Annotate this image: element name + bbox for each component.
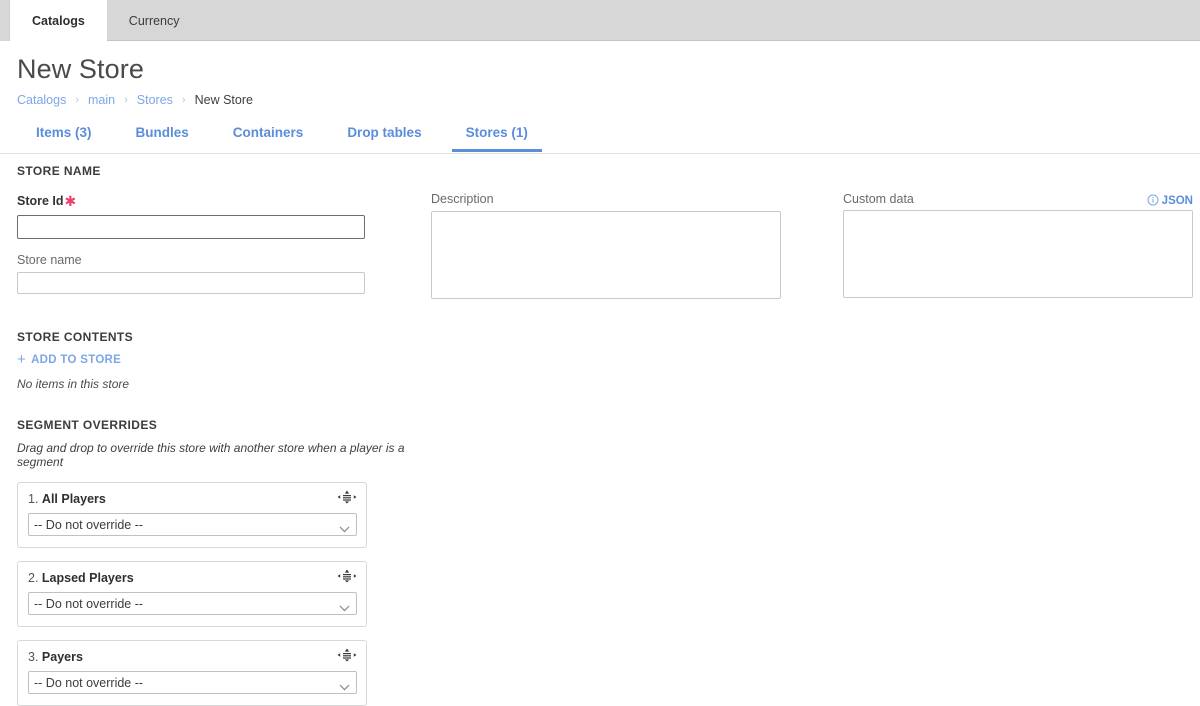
segment-overrides-heading: SEGMENT OVERRIDES [17, 418, 158, 432]
segment-card-title: 3. Payers [28, 650, 356, 664]
breadcrumb-separator: › [124, 93, 128, 106]
tab-bundles[interactable]: Bundles [114, 125, 211, 152]
main-content: STORE NAME Store Id✱ Store name STORE CO… [0, 153, 1200, 706]
segment-card-index: 2. [28, 571, 39, 585]
plus-icon: + [17, 351, 27, 368]
custom-data-textarea[interactable] [843, 210, 1193, 298]
segment-card-name: Lapsed Players [41, 571, 134, 585]
segment-override-select-wrap: -- Do not override -- [28, 513, 357, 536]
json-format-link-label: JSON [1161, 195, 1193, 207]
tab-drop-tables[interactable]: Drop tables [325, 125, 443, 152]
description-label: Description [431, 192, 494, 206]
custom-data-column: Custom data JSON [843, 192, 1193, 298]
breadcrumb-separator: › [181, 93, 186, 106]
drag-handle-icon[interactable] [337, 569, 357, 583]
window-tab-bar: Catalogs Currency [0, 0, 1200, 41]
custom-data-label-row: Custom data JSON [843, 192, 1193, 210]
store-contents-empty-message: No items in this store [17, 377, 130, 391]
required-asterisk-icon: ✱ [64, 193, 77, 209]
window-tab-list: Catalogs Currency [10, 0, 202, 41]
window-tab-catalogs-label: Catalogs [32, 14, 85, 28]
add-to-store-label: ADD TO STORE [31, 353, 122, 366]
breadcrumb-item-main[interactable]: main [88, 93, 115, 107]
store-name-field: Store name [17, 253, 417, 294]
info-circle-icon [1147, 194, 1159, 209]
store-name-heading: STORE NAME [17, 164, 101, 178]
drag-handle-icon[interactable] [337, 648, 357, 662]
segment-card-title: 1. All Players [28, 492, 356, 506]
store-contents-heading: STORE CONTENTS [17, 330, 134, 344]
breadcrumb-separator: › [75, 93, 80, 106]
segment-overrides-hint: Drag and drop to override this store wit… [17, 441, 405, 469]
store-id-field: Store Id✱ [17, 193, 417, 239]
window-tab-catalogs[interactable]: Catalogs [10, 0, 107, 41]
store-id-label: Store Id✱ [17, 193, 417, 210]
segment-override-card: 1. All Players -- Do not override -- [17, 482, 367, 548]
window-tab-currency-label: Currency [128, 13, 180, 28]
tab-stores[interactable]: Stores (1) [444, 125, 550, 152]
breadcrumb-item-stores[interactable]: Stores [137, 93, 173, 107]
segment-overrides-section: SEGMENT OVERRIDES Drag and drop to overr… [17, 418, 417, 706]
topbar-left-strip [0, 0, 10, 41]
page-header: New Store Catalogs › main › Stores › New… [0, 41, 1200, 107]
add-to-store-button[interactable]: + ADD TO STORE [17, 352, 121, 367]
store-contents-section: STORE CONTENTS + ADD TO STORE No items i… [17, 330, 417, 391]
left-column: STORE NAME Store Id✱ Store name STORE CO… [17, 164, 417, 706]
description-column: Description [431, 192, 781, 299]
segment-override-card: 2. Lapsed Players -- Do not override -- [17, 561, 367, 627]
tab-containers[interactable]: Containers [211, 125, 326, 152]
breadcrumb-item-catalogs[interactable]: Catalogs [17, 93, 66, 107]
segment-card-index: 3. [28, 650, 39, 664]
store-name-input[interactable] [17, 272, 365, 294]
page-title: New Store [17, 54, 144, 84]
segment-override-card: 3. Payers -- Do not override -- [17, 640, 367, 706]
section-tab-list: Items (3) Bundles Containers Drop tables… [14, 112, 550, 152]
segment-card-title: 2. Lapsed Players [28, 571, 356, 585]
segment-override-select[interactable]: -- Do not override -- [28, 513, 357, 536]
segment-override-select-wrap: -- Do not override -- [28, 592, 357, 615]
segment-card-index: 1. [28, 492, 39, 506]
store-name-label: Store name [17, 253, 82, 267]
tab-items[interactable]: Items (3) [14, 125, 114, 152]
store-id-label-text: Store Id [17, 194, 64, 208]
segment-override-select-wrap: -- Do not override -- [28, 671, 357, 694]
json-format-link[interactable]: JSON [1147, 194, 1193, 209]
custom-data-label: Custom data [843, 192, 914, 206]
store-id-input[interactable] [17, 215, 365, 239]
description-textarea[interactable] [431, 211, 781, 299]
segment-override-select[interactable]: -- Do not override -- [28, 671, 357, 694]
drag-handle-icon[interactable] [337, 490, 357, 504]
breadcrumb-item-new-store: New Store [194, 92, 253, 107]
segment-card-name: All Players [41, 492, 106, 506]
segment-override-select[interactable]: -- Do not override -- [28, 592, 357, 615]
breadcrumb: Catalogs › main › Stores › New Store [0, 85, 1200, 107]
window-tab-currency[interactable]: Currency [107, 0, 202, 41]
segment-card-name: Payers [41, 650, 83, 664]
